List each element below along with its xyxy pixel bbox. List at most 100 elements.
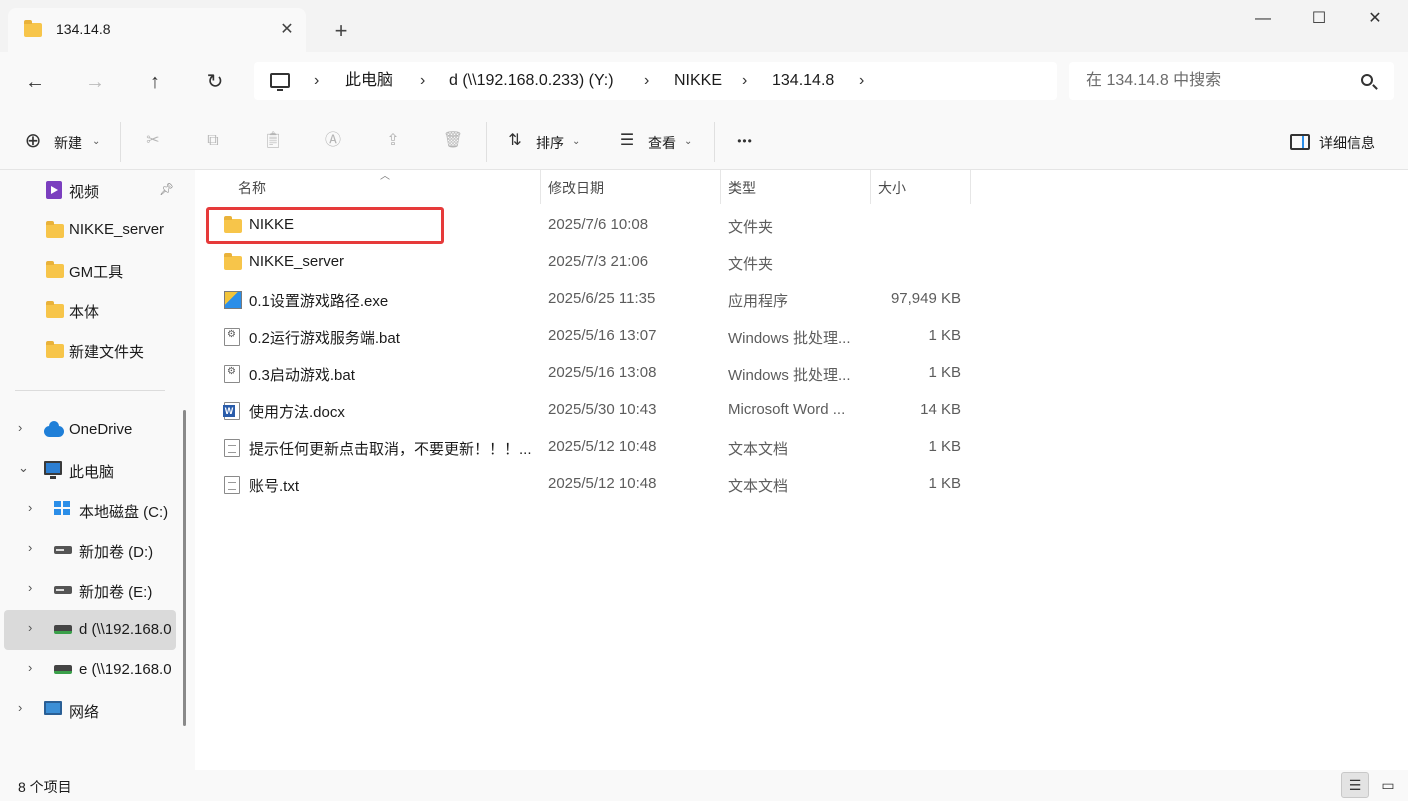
sidebar-item-label: 本地磁盘 (C:) [79, 504, 169, 521]
title-bar: 134.14.8 ✕ + — ☐ ✕ [0, 0, 1408, 52]
sidebar-item-network[interactable]: › 网络 [4, 690, 176, 730]
column-header-type[interactable]: 类型 [728, 178, 756, 198]
file-row[interactable]: NIKKE_server 2025/7/3 21:06 文件夹 [212, 244, 976, 281]
view-button[interactable]: ☰ 查看 ⌄ [610, 122, 700, 162]
chevron-right-icon[interactable]: › [28, 500, 32, 515]
column-header-size[interactable]: 大小 [878, 178, 906, 198]
sort-button[interactable]: ⇅ 排序 ⌄ [498, 122, 588, 162]
column-divider[interactable] [540, 170, 541, 204]
breadcrumb-nikke[interactable]: NIKKE [674, 62, 722, 100]
chevron-right-icon[interactable]: › [18, 420, 22, 435]
search-placeholder[interactable]: 在 134.14.8 中搜索 [1086, 62, 1221, 100]
delete-icon[interactable]: 🗑︎ [442, 130, 464, 152]
folder-icon [46, 261, 64, 278]
maximize-button[interactable]: ☐ [1296, 4, 1342, 34]
minimize-button[interactable]: — [1240, 4, 1286, 34]
file-row[interactable]: 0.1设置游戏路径.exe 2025/6/25 11:35 应用程序 97,94… [212, 281, 976, 318]
details-pane-button[interactable]: 详细信息 [1282, 122, 1392, 162]
new-button[interactable]: ⊕ 新建 ⌄ [14, 122, 110, 162]
file-row[interactable]: 账号.txt 2025/5/12 10:48 文本文档 1 KB [212, 466, 976, 503]
sidebar-item-drive-e[interactable]: › 新加卷 (E:) [4, 570, 176, 610]
sidebar-item-label: 视频 [69, 184, 100, 201]
copy-icon[interactable]: ⧉ [202, 130, 224, 152]
file-size: 1 KB [928, 438, 961, 455]
search-box[interactable]: 在 134.14.8 中搜索 [1069, 62, 1394, 100]
column-divider[interactable] [870, 170, 871, 204]
column-header-modified[interactable]: 修改日期 [548, 178, 604, 198]
sidebar-item-videos[interactable]: 视频 📌︎ [4, 170, 176, 210]
sidebar-item-onedrive[interactable]: › OneDrive [4, 410, 176, 450]
file-name: 账号.txt [249, 478, 300, 495]
sidebar-item-nikke-server[interactable]: NIKKE_server [4, 210, 176, 250]
chevron-right-icon[interactable]: › [859, 62, 864, 100]
up-button[interactable]: ↑ [138, 66, 172, 98]
chevron-down-icon: ⌄ [92, 136, 101, 147]
file-size: 1 KB [928, 364, 961, 381]
computer-icon[interactable] [270, 73, 290, 91]
cut-icon[interactable]: ✂ [142, 130, 164, 152]
chevron-down-icon[interactable]: ⌄ [18, 460, 29, 476]
sidebar-item-gm-tools[interactable]: GM工具 [4, 250, 176, 290]
file-size: 1 KB [928, 475, 961, 492]
file-row[interactable]: 使用方法.docx 2025/5/30 10:43 Microsoft Word… [212, 392, 976, 429]
sidebar-item-label: NIKKE_server [69, 221, 165, 238]
file-row[interactable]: 提示任何更新点击取消，不要更新！！！... 2025/5/12 10:48 文本… [212, 429, 976, 466]
file-row[interactable]: 0.3启动游戏.bat 2025/5/16 13:08 Windows 批处理.… [212, 355, 976, 392]
sidebar-item-label: 新加卷 (D:) [79, 544, 154, 561]
sidebar-item-drive-d[interactable]: › 新加卷 (D:) [4, 530, 176, 570]
file-row[interactable]: 0.2运行游戏服务端.bat 2025/5/16 13:07 Windows 批… [212, 318, 976, 355]
item-count: 8 个项目 [18, 779, 72, 795]
new-tab-button[interactable]: + [328, 18, 354, 44]
pin-icon[interactable]: 📌︎ [159, 182, 174, 196]
file-modified: 2025/5/30 10:43 [548, 401, 657, 418]
share-icon[interactable]: ⇪ [382, 130, 404, 152]
search-icon[interactable] [1361, 74, 1373, 86]
chevron-right-icon[interactable]: › [28, 660, 32, 675]
address-bar[interactable]: › 此电脑 › d (\\192.168.0.233) (Y:) › NIKKE… [254, 62, 1057, 100]
refresh-button[interactable]: ↻ [198, 66, 232, 98]
large-icons-view-icon[interactable]: ▭ [1375, 772, 1401, 798]
sidebar-scrollbar[interactable] [183, 410, 186, 726]
column-header-name[interactable]: 名称 [238, 178, 266, 198]
chevron-right-icon[interactable]: › [742, 62, 747, 100]
sort-button-label: 排序 [536, 135, 564, 151]
chevron-right-icon[interactable]: › [314, 62, 319, 100]
file-size: 97,949 KB [890, 290, 961, 307]
view-list-icon: ☰ [619, 132, 635, 149]
chevron-right-icon[interactable]: › [28, 620, 32, 635]
tab-close-icon[interactable]: ✕ [276, 19, 298, 41]
drive-icon [54, 546, 72, 554]
onedrive-icon [44, 421, 64, 437]
breadcrumb-network-drive[interactable]: d (\\192.168.0.233) (Y:) [449, 62, 614, 100]
forward-button[interactable]: → [78, 66, 112, 98]
sidebar-item-this-pc[interactable]: ⌄ 此电脑 [4, 450, 176, 490]
close-window-button[interactable]: ✕ [1352, 4, 1398, 34]
chevron-right-icon[interactable]: › [28, 580, 32, 595]
column-divider[interactable] [970, 170, 971, 204]
sidebar-item-drive-c[interactable]: › 本地磁盘 (C:) [4, 490, 176, 530]
sidebar-item-label: OneDrive [69, 421, 133, 438]
chevron-right-icon[interactable]: › [420, 62, 425, 100]
chevron-right-icon[interactable]: › [644, 62, 649, 100]
sort-icon: ⇅ [508, 132, 522, 149]
tab-current[interactable]: 134.14.8 ✕ [8, 8, 306, 52]
back-button[interactable]: ← [18, 66, 52, 98]
sidebar-item-network-drive-d[interactable]: › d (\\192.168.0 [4, 610, 176, 650]
breadcrumb-current[interactable]: 134.14.8 [772, 62, 834, 100]
details-view-icon[interactable]: ☰ [1341, 772, 1369, 798]
more-options-icon[interactable]: ••• [734, 130, 756, 152]
sidebar-item-new-folder[interactable]: 新建文件夹 [4, 330, 176, 370]
file-name: 0.2运行游戏服务端.bat [249, 330, 400, 347]
sort-ascending-icon: ︿ [380, 171, 390, 182]
sidebar-item-bentai[interactable]: 本体 [4, 290, 176, 330]
paste-icon[interactable]: 📋︎ [262, 130, 284, 152]
toolbar-divider [120, 122, 121, 162]
tab-title: 134.14.8 [56, 21, 111, 37]
column-divider[interactable] [720, 170, 721, 204]
sidebar-item-network-drive-e[interactable]: › e (\\192.168.0 [4, 650, 176, 690]
breadcrumb-this-pc[interactable]: 此电脑 [345, 62, 393, 100]
chevron-right-icon[interactable]: › [18, 700, 22, 715]
chevron-right-icon[interactable]: › [28, 540, 32, 555]
rename-icon[interactable]: Ⓐ [322, 130, 344, 152]
network-drive-icon [54, 625, 72, 634]
